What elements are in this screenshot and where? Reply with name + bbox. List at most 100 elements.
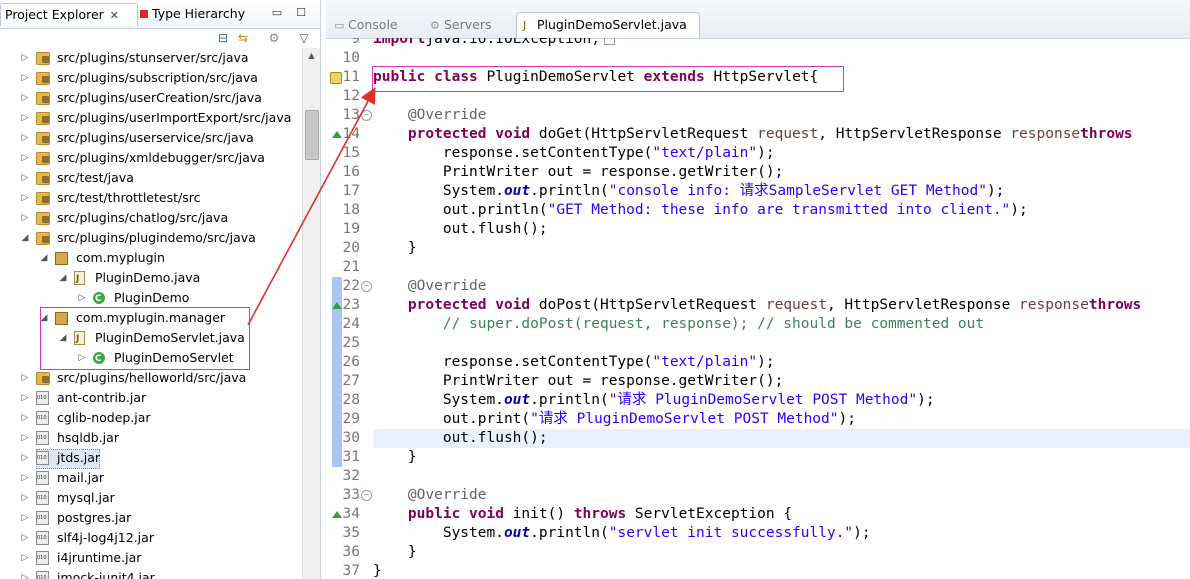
tree-item[interactable]: ▷ ant-contrib.jar xyxy=(0,388,300,408)
collapsed-twisty-icon[interactable]: ▷ xyxy=(20,468,30,488)
tree-item[interactable]: ▷ src/plugins/stunserver/src/java xyxy=(0,48,300,68)
code-line[interactable]: 34 public void init() throws ServletExce… xyxy=(326,505,1190,524)
maximize-icon[interactable]: ☐ xyxy=(294,6,308,20)
fold-icon[interactable]: − xyxy=(361,490,372,501)
expanded-twisty-icon[interactable]: ◢ xyxy=(20,228,30,248)
code-line[interactable]: 37} xyxy=(326,562,1190,579)
tree-item[interactable]: ▷ mail.jar xyxy=(0,468,300,488)
code-line[interactable]: 12 xyxy=(326,87,1190,106)
tab-plugindemoservlet-java[interactable]: J PluginDemoServlet.java xyxy=(516,12,700,38)
code-line[interactable]: 28 System.out.println("请求 PluginDemoServ… xyxy=(326,391,1190,410)
code-line[interactable]: 31 } xyxy=(326,448,1190,467)
tree-item[interactable]: ▷ jtds.jar xyxy=(0,448,300,469)
code-line[interactable]: 23 protected void doPost(HttpServletRequ… xyxy=(326,296,1190,315)
manager-package-highlight-box xyxy=(40,307,250,370)
tree-item[interactable]: ◢ PluginDemo.java xyxy=(0,268,300,289)
tree-item[interactable]: ▷ src/plugins/subscription/src/java xyxy=(0,68,300,88)
tree-item[interactable]: ▷ postgres.jar xyxy=(0,508,300,528)
scroll-up-icon[interactable]: ▲ xyxy=(303,48,320,64)
code-editor[interactable]: 9 importjava.io.IOException; 10 11 public cl… xyxy=(326,38,1190,579)
fold-icon[interactable]: − xyxy=(361,281,372,292)
expanded-twisty-icon[interactable]: ◢ xyxy=(58,268,68,288)
tree-item-label: hsqldb.jar xyxy=(57,430,119,445)
tree-item[interactable]: ▷ src/plugins/userImportExport/src/java xyxy=(0,108,300,128)
tab-servers[interactable]: ⚙ Servers xyxy=(430,14,492,36)
collapsed-twisty-icon[interactable]: ▷ xyxy=(20,428,30,448)
collapsed-twisty-icon[interactable]: ▷ xyxy=(20,68,30,88)
view-menu-dropdown-icon[interactable]: ▽ xyxy=(296,30,312,46)
tree-item[interactable]: ▷ PluginDemo xyxy=(0,288,300,309)
line-number: 30 xyxy=(342,430,360,446)
collapsed-twisty-icon[interactable]: ▷ xyxy=(20,488,30,508)
minimize-icon[interactable]: ▭ xyxy=(270,6,284,20)
collapsed-twisty-icon[interactable]: ▷ xyxy=(20,368,30,388)
collapsed-twisty-icon[interactable]: ▷ xyxy=(20,568,30,579)
tree-item[interactable]: ▷ src/plugins/userservice/src/java xyxy=(0,128,300,148)
tree-item[interactable]: ▷ i4jruntime.jar xyxy=(0,548,300,568)
code-line[interactable]: 15 response.setContentType("text/plain")… xyxy=(326,144,1190,163)
code-line[interactable]: 16 PrintWriter out = response.getWriter(… xyxy=(326,163,1190,182)
tree-item[interactable]: ▷ src/plugins/xmldebugger/src/java xyxy=(0,148,300,168)
code-line[interactable]: 27 PrintWriter out = response.getWriter(… xyxy=(326,372,1190,391)
collapsed-twisty-icon[interactable]: ▷ xyxy=(20,208,30,228)
code-line[interactable]: 20 } xyxy=(326,239,1190,258)
collapsed-twisty-icon[interactable]: ▷ xyxy=(20,168,30,188)
explorer-vertical-scrollbar[interactable]: ▲ xyxy=(302,48,320,579)
tab-console[interactable]: ▭ Console xyxy=(334,14,398,36)
close-icon[interactable]: ✕ xyxy=(110,5,119,27)
code-line[interactable]: 33− @Override xyxy=(326,486,1190,505)
collapsed-twisty-icon[interactable]: ▷ xyxy=(20,148,30,168)
tree-item[interactable]: ▷ src/test/java xyxy=(0,168,300,188)
link-with-editor-icon[interactable]: ⇆ xyxy=(235,30,251,46)
tree-item[interactable]: ▷ src/plugins/userCreation/src/java xyxy=(0,88,300,108)
tree-item[interactable]: ▷ cglib-nodep.jar xyxy=(0,408,300,428)
code-line[interactable]: 13− @Override xyxy=(326,106,1190,125)
collapsed-twisty-icon[interactable]: ▷ xyxy=(20,88,30,108)
collapsed-twisty-icon[interactable]: ▷ xyxy=(20,408,30,428)
code-line[interactable]: 35 System.out.println("servlet init succ… xyxy=(326,524,1190,543)
code-line[interactable]: 32 xyxy=(326,467,1190,486)
code-line[interactable]: 24 // super.doPost(request, response); /… xyxy=(326,315,1190,334)
collapsed-twisty-icon[interactable]: ▷ xyxy=(20,388,30,408)
code-line[interactable]: 25 xyxy=(326,334,1190,353)
tree-item[interactable]: ▷ jmock-junit4.jar xyxy=(0,568,300,579)
collapsed-imports-icon[interactable] xyxy=(604,38,615,45)
code-line[interactable]: 36 } xyxy=(326,543,1190,562)
tab-project-explorer[interactable]: Project Explorer ✕ xyxy=(0,3,138,26)
code-token: protected xyxy=(407,126,487,142)
collapsed-twisty-icon[interactable]: ▷ xyxy=(20,448,30,468)
collapsed-twisty-icon[interactable]: ▷ xyxy=(20,48,30,68)
code-line[interactable]: 19 out.flush(); xyxy=(326,220,1190,239)
collapsed-twisty-icon[interactable]: ▷ xyxy=(20,128,30,148)
collapsed-twisty-icon[interactable]: ▷ xyxy=(20,548,30,568)
tab-type-hierarchy[interactable]: Type Hierarchy xyxy=(136,3,250,25)
tree-item[interactable]: ▷ mysql.jar xyxy=(0,488,300,508)
collapsed-twisty-icon[interactable]: ▷ xyxy=(20,508,30,528)
expanded-twisty-icon[interactable]: ◢ xyxy=(39,248,49,268)
tree-item[interactable]: ◢ com.myplugin xyxy=(0,248,300,268)
tree-item[interactable]: ▷ slf4j-log4j12.jar xyxy=(0,528,300,548)
code-line[interactable]: 29 out.print("请求 PluginDemoServlet POST … xyxy=(326,410,1190,429)
tree-item[interactable]: ▷ src/test/throttletest/src xyxy=(0,188,300,208)
code-line[interactable]: 21 xyxy=(326,258,1190,277)
code-line[interactable]: 14 protected void doGet(HttpServletReque… xyxy=(326,125,1190,144)
tree-item[interactable]: ▷ src/plugins/helloworld/src/java xyxy=(0,368,300,388)
collapsed-twisty-icon[interactable]: ▷ xyxy=(77,288,87,308)
code-line[interactable]: 26 response.setContentType("text/plain")… xyxy=(326,353,1190,372)
collapsed-twisty-icon[interactable]: ▷ xyxy=(20,528,30,548)
tree-item[interactable]: ▷ hsqldb.jar xyxy=(0,428,300,448)
code-line[interactable]: 30 out.flush(); xyxy=(326,429,1190,448)
code-line[interactable]: 18 out.println("GET Method: these info a… xyxy=(326,201,1190,220)
fold-icon[interactable]: − xyxy=(361,110,372,121)
collapsed-twisty-icon[interactable]: ▷ xyxy=(20,108,30,128)
collapse-all-icon[interactable]: ⊟ xyxy=(215,30,231,46)
scrollbar-thumb[interactable] xyxy=(305,110,319,160)
code-line[interactable]: 11 public class PluginDemoServlet extends… xyxy=(326,68,1190,87)
view-menu-icon[interactable]: ⚙ xyxy=(266,30,282,46)
tree-item[interactable]: ▷ src/plugins/chatlog/src/java xyxy=(0,208,300,228)
code-line[interactable]: 17 System.out.println("console info: 请求S… xyxy=(326,182,1190,201)
code-line[interactable]: 9 importjava.io.IOException; xyxy=(326,38,1190,49)
tree-item[interactable]: ◢ src/plugins/plugindemo/src/java xyxy=(0,228,300,248)
collapsed-twisty-icon[interactable]: ▷ xyxy=(20,188,30,208)
code-line[interactable]: 22− @Override xyxy=(326,277,1190,296)
